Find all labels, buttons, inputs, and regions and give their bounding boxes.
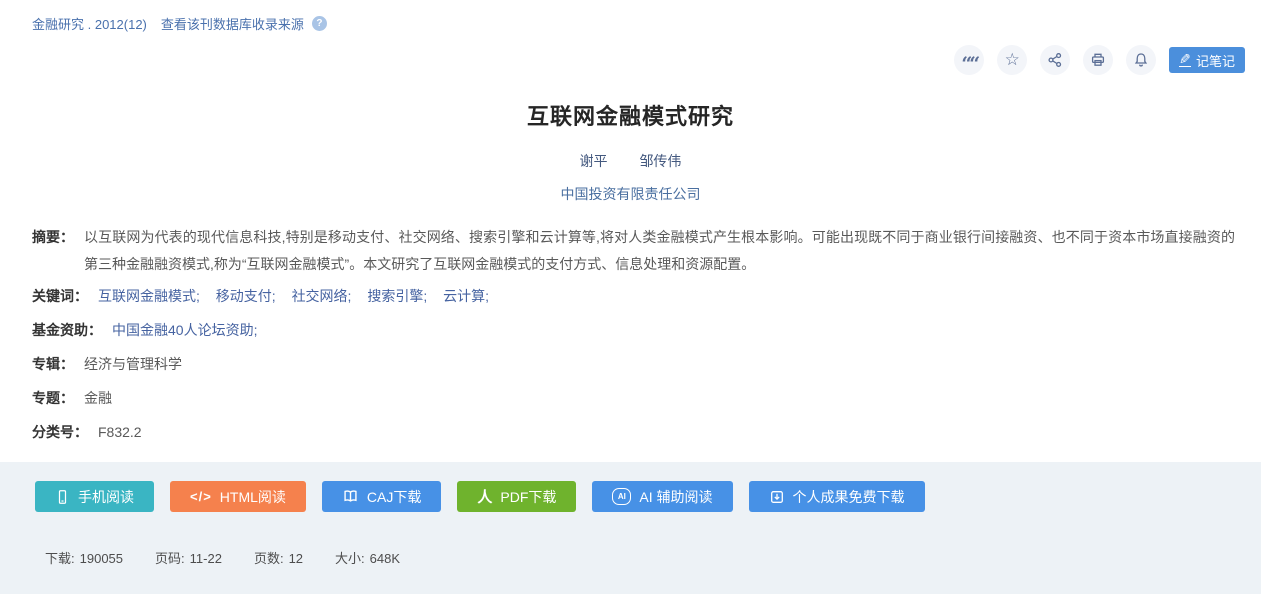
- printer-icon: [1090, 52, 1106, 68]
- keyword-link[interactable]: 云计算;: [443, 288, 489, 304]
- downloads-value: 190055: [80, 551, 123, 566]
- downloads-label: 下载:: [45, 551, 75, 566]
- author-link[interactable]: 谢平: [580, 153, 608, 169]
- keyword-link[interactable]: 社交网络;: [292, 288, 352, 304]
- keyword-link[interactable]: 移动支付;: [216, 288, 276, 304]
- action-label: AI 辅助阅读: [639, 487, 712, 507]
- mobile-read-button[interactable]: 手机阅读: [35, 481, 154, 512]
- article-detail-page: 金融研究 . 2012(12) 查看该刊数据库收录来源 ?: [0, 0, 1261, 594]
- topic-value: 金融: [84, 388, 112, 408]
- quote-icon: [961, 56, 977, 64]
- action-label: HTML阅读: [220, 487, 286, 507]
- affiliation-link[interactable]: 中国投资有限责任公司: [561, 186, 701, 202]
- topic-label: 专题：: [32, 388, 74, 408]
- keywords-list: 互联网金融模式; 移动支付; 社交网络; 搜索引擎; 云计算;: [98, 286, 501, 306]
- caj-download-button[interactable]: CAJ下载: [322, 481, 441, 512]
- topic-row: 专题： 金融: [32, 388, 1235, 408]
- page-range-value: 11-22: [190, 551, 222, 566]
- clc-value: F832.2: [98, 422, 142, 442]
- alert-button[interactable]: [1126, 45, 1156, 75]
- cite-button[interactable]: [954, 45, 984, 75]
- file-size-value: 648K: [370, 551, 400, 566]
- page-count-stat: 页数: 12: [254, 548, 303, 567]
- page-range-label: 页码:: [155, 551, 185, 566]
- html-read-button[interactable]: HTML阅读: [170, 481, 306, 512]
- clc-label: 分类号：: [32, 422, 88, 442]
- fund-link[interactable]: 中国金融40人论坛资助;: [112, 320, 257, 340]
- ai-assist-read-button[interactable]: AI AI 辅助阅读: [592, 481, 732, 512]
- personal-free-download-button[interactable]: 个人成果免费下载: [749, 481, 925, 512]
- abstract-row: 摘要： 以互联网为代表的现代信息科技,特别是移动支付、社交网络、搜索引擎和云计算…: [32, 224, 1235, 278]
- download-section: 手机阅读 HTML阅读 CAJ下载 PDF下载: [0, 462, 1261, 594]
- download-box-icon: [769, 489, 785, 505]
- action-buttons: 手机阅读 HTML阅读 CAJ下载 PDF下载: [0, 462, 1261, 512]
- page-range-stat: 页码: 11-22: [155, 548, 222, 567]
- action-label: 个人成果免费下载: [793, 487, 905, 507]
- page-title: 互联网金融模式研究: [0, 99, 1261, 131]
- album-value: 经济与管理科学: [84, 354, 182, 374]
- author-list: 谢平 邹传伟: [0, 151, 1261, 171]
- page-count-value: 12: [289, 551, 303, 566]
- album-row: 专辑： 经济与管理科学: [32, 354, 1235, 374]
- page-count-label: 页数:: [254, 551, 284, 566]
- journal-issue-link[interactable]: 金融研究 . 2012(12): [32, 14, 147, 33]
- article-toolbar: 记笔记: [0, 33, 1261, 75]
- action-label: PDF下载: [500, 487, 556, 507]
- take-notes-button[interactable]: 记笔记: [1169, 47, 1245, 73]
- ai-hexagon-icon: AI: [612, 488, 631, 505]
- action-label: CAJ下载: [367, 487, 421, 507]
- keyword-link[interactable]: 互联网金融模式;: [98, 288, 200, 304]
- clc-row: 分类号： F832.2: [32, 422, 1235, 442]
- code-icon: [190, 489, 212, 504]
- action-label: 手机阅读: [78, 487, 134, 507]
- article-meta: 摘要： 以互联网为代表的现代信息科技,特别是移动支付、社交网络、搜索引擎和云计算…: [0, 204, 1261, 442]
- share-button[interactable]: [1040, 45, 1070, 75]
- fund-label: 基金资助：: [32, 320, 102, 340]
- print-button[interactable]: [1083, 45, 1113, 75]
- keyword-link[interactable]: 搜索引擎;: [367, 288, 427, 304]
- file-size-stat: 大小: 648K: [335, 548, 400, 567]
- downloads-stat: 下载: 190055: [45, 548, 123, 567]
- share-icon: [1047, 52, 1063, 68]
- bell-icon: [1133, 52, 1149, 68]
- pdf-download-button[interactable]: PDF下载: [457, 481, 576, 512]
- star-favorite-icon: [1005, 50, 1020, 70]
- affiliation: 中国投资有限责任公司: [0, 184, 1261, 204]
- article-stats: 下载: 190055 页码: 11-22 页数: 12 大小: 648K: [0, 512, 1261, 567]
- abstract-label: 摘要：: [32, 224, 74, 278]
- mobile-phone-icon: [55, 489, 70, 505]
- open-book-icon: [342, 489, 359, 504]
- author-link[interactable]: 邹传伟: [639, 153, 681, 169]
- help-icon[interactable]: ?: [312, 16, 327, 31]
- keywords-row: 关键词： 互联网金融模式; 移动支付; 社交网络; 搜索引擎; 云计算;: [32, 286, 1235, 306]
- favorite-button[interactable]: [997, 45, 1027, 75]
- fund-row: 基金资助： 中国金融40人论坛资助;: [32, 320, 1235, 340]
- take-notes-label: 记笔记: [1196, 51, 1235, 70]
- pdf-icon: [477, 486, 492, 507]
- database-source-link[interactable]: 查看该刊数据库收录来源: [161, 14, 304, 33]
- keywords-label: 关键词：: [32, 286, 88, 306]
- file-size-label: 大小:: [335, 551, 365, 566]
- album-label: 专辑：: [32, 354, 74, 374]
- pencil-icon: [1179, 53, 1191, 67]
- breadcrumb: 金融研究 . 2012(12) 查看该刊数据库收录来源 ?: [0, 0, 1261, 33]
- abstract-text: 以互联网为代表的现代信息科技,特别是移动支付、社交网络、搜索引擎和云计算等,将对…: [84, 224, 1235, 278]
